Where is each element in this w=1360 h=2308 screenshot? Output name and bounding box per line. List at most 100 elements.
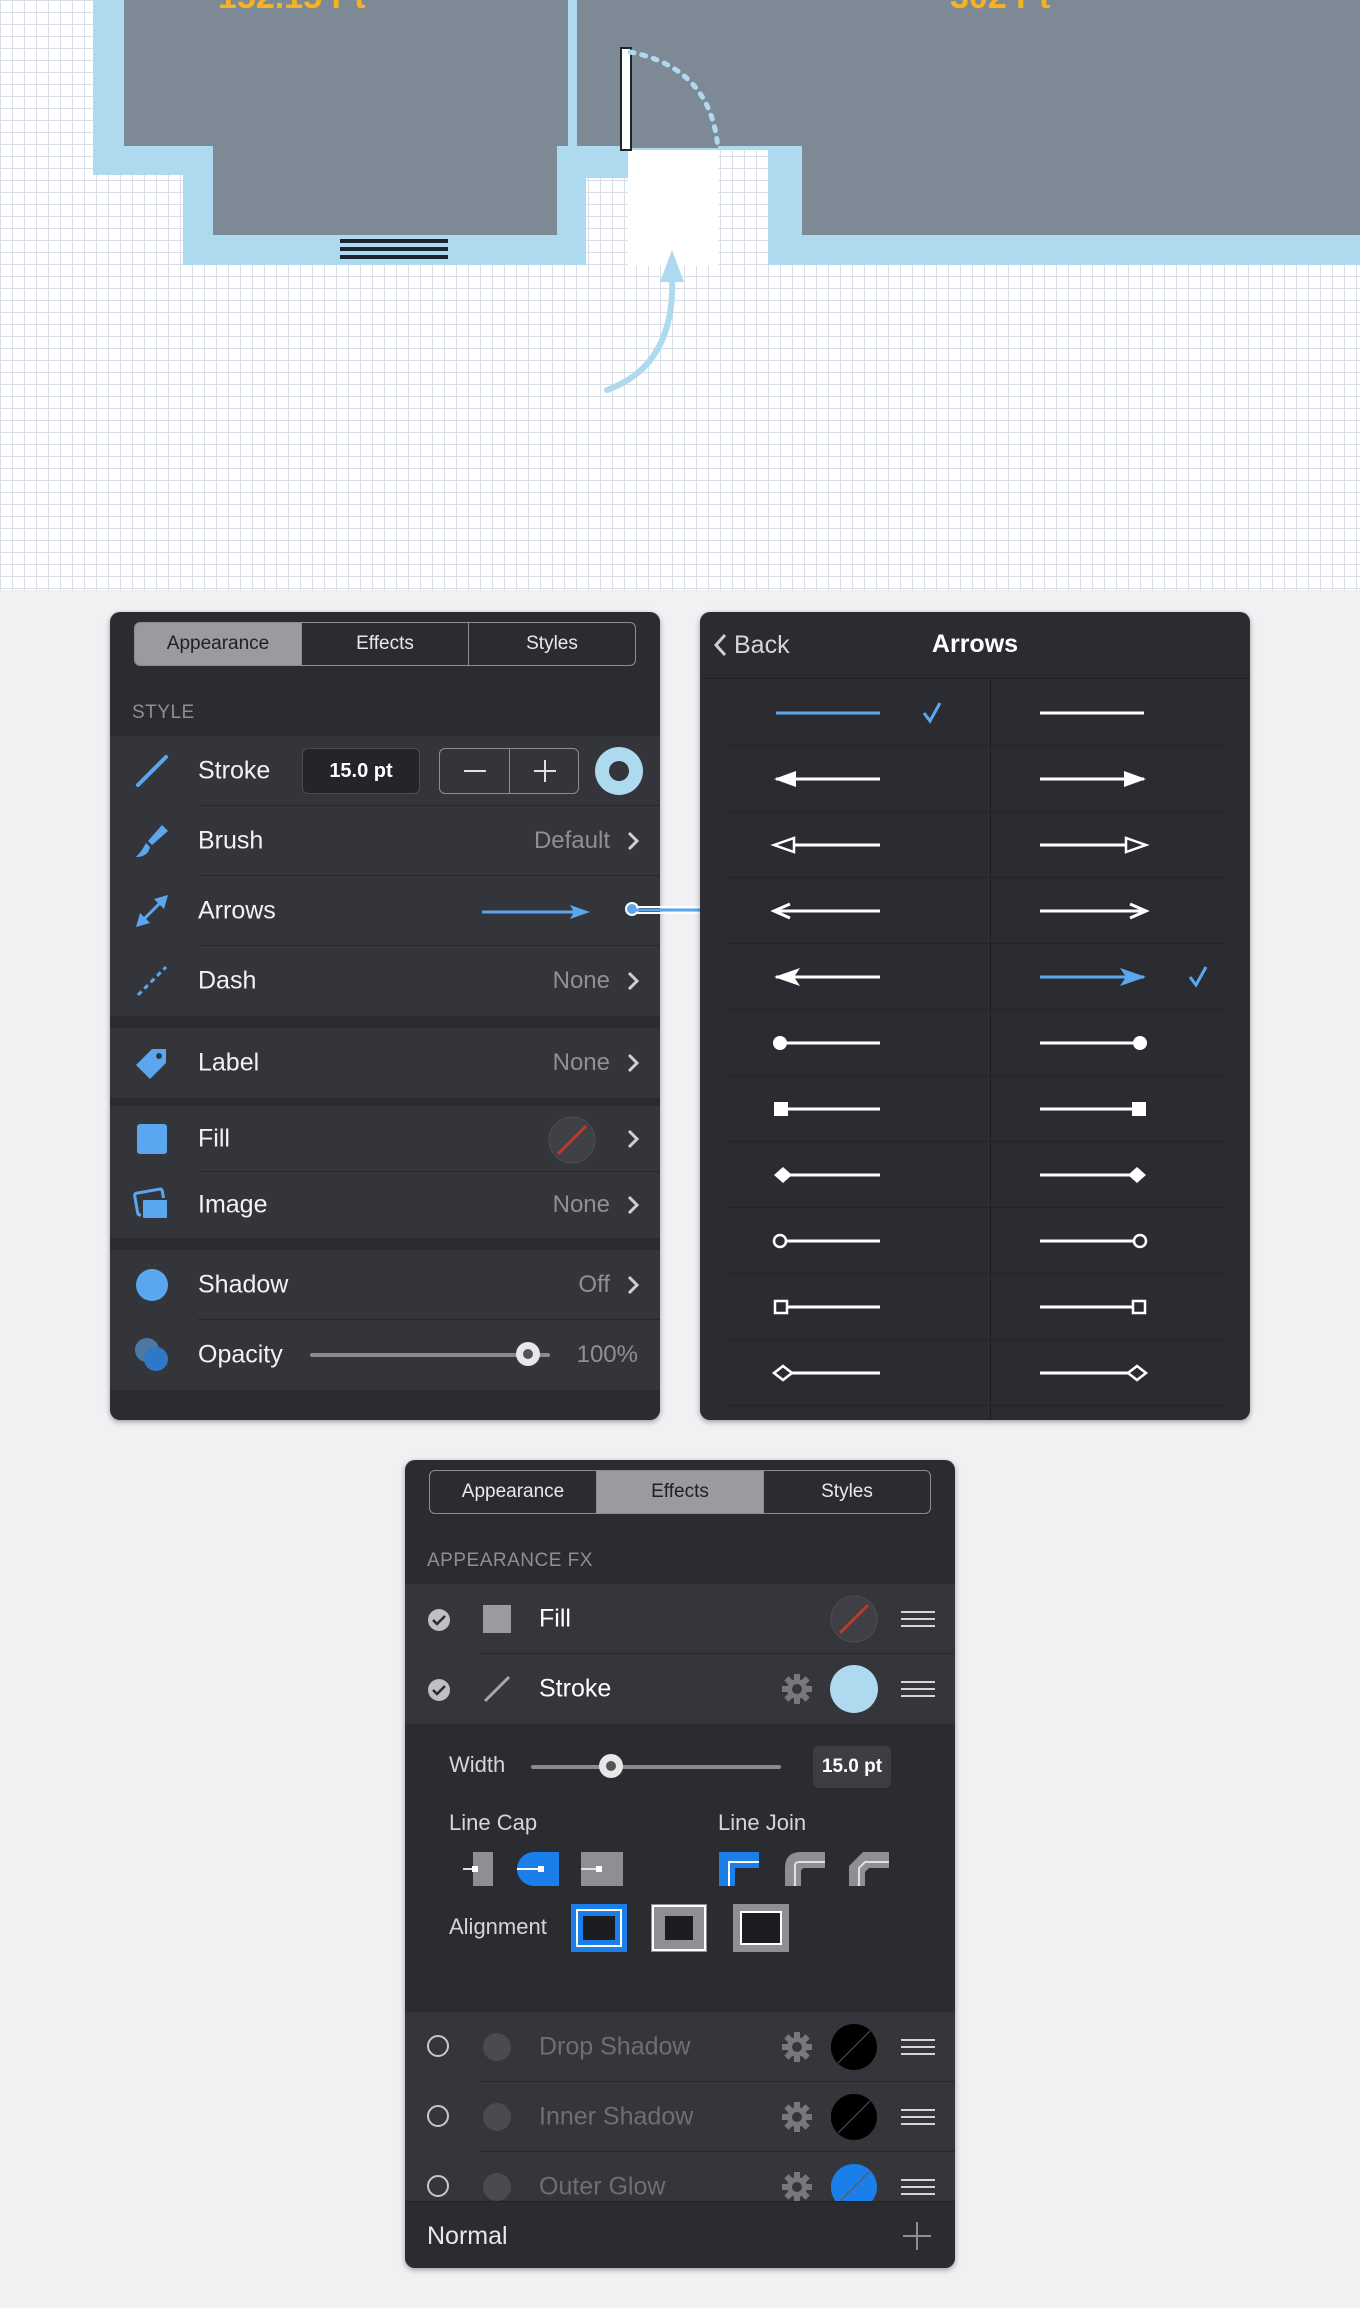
tab-effects[interactable]: Effects: [597, 1471, 764, 1513]
effect-color-well[interactable]: [830, 2093, 878, 2141]
alignment-label: Alignment: [449, 1914, 547, 1939]
fx-stroke-row[interactable]: Stroke: [405, 1654, 955, 1724]
effect-preview-icon: [483, 2033, 511, 2061]
align-inside-button[interactable]: [651, 1904, 707, 1952]
stroke-decrement-button[interactable]: [440, 749, 510, 793]
opacity-slider-thumb[interactable]: [516, 1342, 540, 1366]
reorder-handle-icon[interactable]: [901, 1681, 935, 1697]
line-cap-label: Line Cap: [449, 1810, 538, 1835]
blend-mode-button[interactable]: Normal: [427, 2222, 508, 2251]
callout-connector: [625, 902, 700, 916]
fill-swatch-icon: [483, 1605, 511, 1633]
gear-icon[interactable]: [780, 2100, 814, 2134]
effect-color-well[interactable]: [830, 2023, 878, 2071]
stroke-increment-button[interactable]: [510, 749, 579, 793]
tab-styles[interactable]: Styles: [469, 623, 635, 665]
stroke-row[interactable]: Stroke 15.0 pt: [110, 736, 660, 806]
fx-stroke-label: Stroke: [539, 1674, 612, 1703]
dimension-label-right: 302 Pt: [950, 0, 1050, 17]
checkmark-icon: [922, 702, 942, 724]
tab-styles[interactable]: Styles: [764, 1471, 930, 1513]
fill-label: Fill: [198, 1124, 230, 1153]
fill-row[interactable]: Fill: [110, 1106, 660, 1172]
arrow-option-left-square[interactable]: [724, 1076, 990, 1142]
arrow-option-right-diamond[interactable]: [990, 1142, 1226, 1208]
arrow-option-right-filled-arrow[interactable]: [990, 746, 1226, 812]
stroke-color-well[interactable]: [595, 747, 643, 795]
stroke-width-field[interactable]: 15.0 pt: [302, 748, 420, 794]
shadow-row[interactable]: Shadow Off: [110, 1250, 660, 1320]
round-join-button[interactable]: [785, 1852, 825, 1886]
fx-stroke-color-well[interactable]: [830, 1665, 878, 1713]
opacity-slider[interactable]: [310, 1342, 550, 1366]
arrow-option-right-open-diamond[interactable]: [990, 1340, 1226, 1406]
image-row[interactable]: Image None: [110, 1172, 660, 1238]
arrows-row[interactable]: Arrows: [110, 876, 660, 946]
arrow-option-left-dot[interactable]: [724, 1010, 990, 1076]
gear-icon[interactable]: [780, 2170, 814, 2204]
arrow-option-right-dot[interactable]: [990, 1010, 1226, 1076]
add-icon[interactable]: [901, 2220, 933, 2252]
arrow-option-left-sharp-arrow[interactable]: [724, 944, 990, 1010]
label-row[interactable]: Label None: [110, 1028, 660, 1098]
arrow-option-left-open-diamond[interactable]: [724, 1340, 990, 1406]
arrow-option-right-sharp-arrow[interactable]: [990, 944, 1226, 1010]
checkmark-circle-icon[interactable]: [427, 1678, 451, 1702]
brush-row[interactable]: Brush Default: [110, 806, 660, 876]
effect-preview-icon: [483, 2103, 511, 2131]
miter-join-button[interactable]: [719, 1852, 759, 1886]
effect-preview-icon: [483, 2173, 511, 2201]
fill-color-well[interactable]: [548, 1116, 596, 1164]
unchecked-circle-icon[interactable]: [427, 2035, 449, 2057]
butt-cap-button[interactable]: [463, 1852, 493, 1886]
fx-row-drop-shadow[interactable]: Drop Shadow: [405, 2012, 955, 2082]
align-outside-button[interactable]: [733, 1904, 789, 1952]
arrow-option-right-open-square[interactable]: [990, 1274, 1226, 1340]
width-field[interactable]: 15.0 pt: [813, 1746, 891, 1788]
tab-effects[interactable]: Effects: [302, 623, 469, 665]
bevel-join-button[interactable]: [849, 1852, 889, 1886]
arrow-option-left-diamond[interactable]: [724, 1142, 990, 1208]
fx-fill-color-well[interactable]: [830, 1595, 878, 1643]
reorder-handle-icon[interactable]: [901, 2039, 935, 2055]
reorder-handle-icon[interactable]: [901, 2109, 935, 2125]
stroke-options: Width 15.0 pt Line Cap Line Join Alignme…: [405, 1724, 955, 2004]
width-slider-thumb[interactable]: [599, 1754, 623, 1778]
arrow-option-right-square[interactable]: [990, 1076, 1226, 1142]
reorder-handle-icon[interactable]: [901, 2179, 935, 2195]
fx-fill-row[interactable]: Fill: [405, 1584, 955, 1654]
arrow-option-right-open-arrow[interactable]: [990, 812, 1226, 878]
section-title-appearance-fx: APPEARANCE FX: [427, 1550, 593, 1571]
drawing-canvas[interactable]: 152.15 Pt 302 Pt: [0, 0, 1360, 590]
arrow-option-left-none[interactable]: [724, 680, 990, 746]
arrow-option-right-line-arrow[interactable]: [990, 878, 1226, 944]
arrow-option-left-open-square[interactable]: [724, 1274, 990, 1340]
arrows-panel: Back Arrows: [700, 612, 1250, 1420]
gear-icon[interactable]: [780, 1672, 814, 1706]
arrow-option-right-none[interactable]: [990, 680, 1226, 746]
dash-row[interactable]: Dash None: [110, 946, 660, 1016]
arrow-option-left-open-arrow[interactable]: [724, 812, 990, 878]
align-center-button[interactable]: [571, 1904, 627, 1952]
unchecked-circle-icon[interactable]: [427, 2175, 449, 2197]
arrow-option-left-line-arrow[interactable]: [724, 878, 990, 944]
arrow-option-right-open-dot[interactable]: [990, 1208, 1226, 1274]
width-slider[interactable]: [531, 1754, 781, 1778]
gear-icon[interactable]: [780, 2030, 814, 2064]
fx-row-inner-shadow[interactable]: Inner Shadow: [405, 2082, 955, 2152]
tab-appearance[interactable]: Appearance: [135, 623, 302, 665]
square-cap-button[interactable]: [581, 1852, 623, 1886]
round-cap-button[interactable]: [517, 1852, 559, 1886]
checkmark-circle-icon[interactable]: [427, 1608, 451, 1632]
chevron-right-icon: [627, 1129, 640, 1149]
unchecked-circle-icon[interactable]: [427, 2105, 449, 2127]
panel-tabs: Appearance Effects Styles: [429, 1470, 931, 1514]
opacity-value: 100%: [576, 1341, 638, 1368]
reorder-handle-icon[interactable]: [901, 1611, 935, 1627]
arrow-option-left-open-dot[interactable]: [724, 1208, 990, 1274]
arrow-option-left-filled-arrow[interactable]: [724, 746, 990, 812]
brush-icon: [136, 825, 168, 857]
shadow-label: Shadow: [198, 1270, 289, 1299]
arrow-style-grid: [700, 680, 1250, 1420]
tab-appearance[interactable]: Appearance: [430, 1471, 597, 1513]
